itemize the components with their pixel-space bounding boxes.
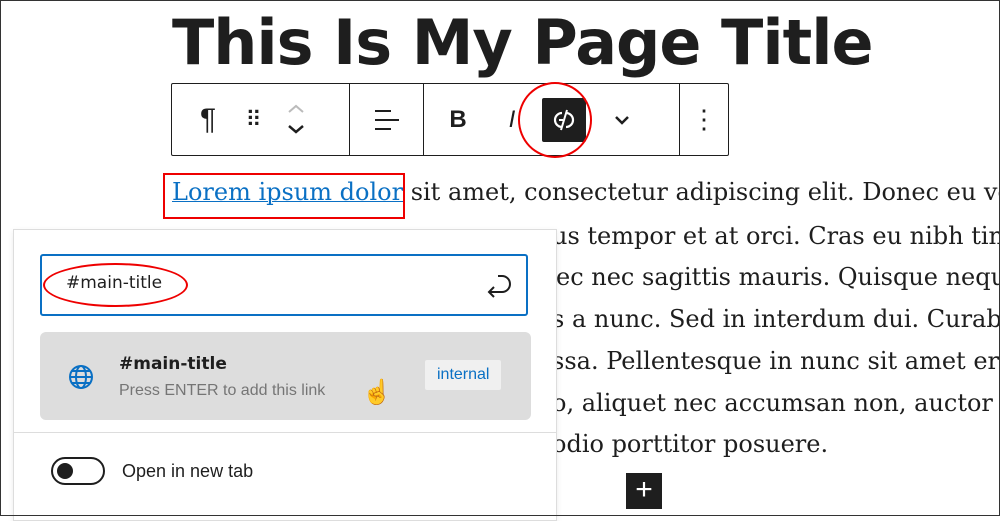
annotation-circle <box>518 82 592 158</box>
globe-icon <box>69 365 93 389</box>
link-url-input[interactable]: #main-title <box>40 254 528 316</box>
toggle-knob <box>57 463 73 479</box>
align-group <box>350 84 424 155</box>
paragraph-line: ssa. Pellentesque in nunc sit amet erat <box>552 347 1000 375</box>
text: sit amet, consectetur adipiscing elit. D… <box>403 178 1000 206</box>
paragraph-line: s a nunc. Sed in interdum dui. Curabitu <box>552 305 1000 333</box>
open-new-tab-toggle[interactable] <box>51 457 105 485</box>
suggestion-type-badge: internal <box>425 360 502 390</box>
hand-cursor-icon: ☝ <box>362 379 392 406</box>
link-popover: #main-title #main-title Press ENTER to a… <box>13 229 557 521</box>
move-arrows[interactable] <box>274 98 318 142</box>
paragraph-icon[interactable]: ¶ <box>186 98 230 142</box>
more-formats-chevron-icon[interactable] <box>600 98 644 142</box>
block-group: ¶ ⠿ <box>172 84 350 155</box>
bold-button[interactable]: B <box>436 98 480 142</box>
more-options-icon[interactable]: ⋮ <box>682 98 726 142</box>
divider <box>14 432 556 433</box>
paragraph-line: odio porttitor posuere. <box>552 430 829 458</box>
annotation-box <box>163 173 405 219</box>
paragraph-line: o, aliquet nec accumsan non, auctor lo <box>552 389 1000 417</box>
options-group: ⋮ <box>680 84 728 155</box>
open-new-tab-label: Open in new tab <box>122 461 254 481</box>
suggestion-title: #main-title <box>119 354 227 374</box>
submit-enter-icon[interactable] <box>484 272 514 300</box>
drag-handle-icon[interactable]: ⠿ <box>230 98 274 142</box>
block-toolbar: ¶ ⠿ B I ⋮ <box>171 83 729 156</box>
page-title[interactable]: This Is My Page Title <box>172 6 874 79</box>
suggestion-hint: Press ENTER to add this link <box>119 382 326 399</box>
annotation-oval <box>43 263 188 307</box>
paragraph-line: us tempor et at orci. Cras eu nibh tinci… <box>552 222 1000 250</box>
paragraph-line: ec nec sagittis mauris. Quisque neque <box>556 263 1000 291</box>
link-suggestion[interactable]: #main-title Press ENTER to add this link… <box>40 332 531 420</box>
align-left-icon[interactable] <box>365 98 409 142</box>
add-block-button[interactable]: + <box>626 473 662 509</box>
